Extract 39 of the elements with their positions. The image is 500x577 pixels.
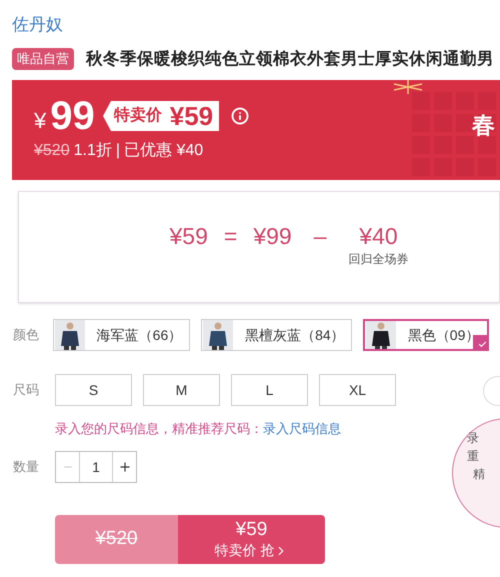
info-icon[interactable]: [231, 107, 250, 125]
original-price: ¥520: [34, 141, 70, 161]
size-option[interactable]: XL: [319, 374, 396, 406]
plus-icon: [118, 460, 132, 474]
size-entry-link[interactable]: 录入尺码信息: [263, 421, 341, 436]
bubble-text: 录: [467, 430, 480, 447]
saved-amount: 已优惠 ¥40: [124, 140, 204, 161]
bubble-text: 精: [472, 466, 486, 483]
brand-link[interactable]: 佐丹奴: [12, 15, 63, 34]
price: 99: [50, 94, 95, 138]
bubble-text: 重: [467, 448, 480, 465]
discount: 1.1折: [74, 141, 112, 161]
color-option[interactable]: 黑檀灰蓝（84）: [201, 319, 352, 351]
quantity-label: 数量: [12, 458, 40, 476]
color-option[interactable]: 黑色（09）: [362, 319, 490, 351]
formula-result: ¥59: [170, 222, 208, 250]
buy-original-price: ¥520: [95, 526, 138, 551]
color-option[interactable]: 海军蓝（66）: [52, 319, 190, 351]
size-hint: 录入您的尺码信息，精准推荐尺码：: [55, 421, 263, 436]
self-operated-tag: 唯品自营: [12, 48, 74, 70]
color-label: 颜色: [12, 326, 40, 344]
minus-sign: –: [314, 222, 326, 250]
size-label: 尺码: [12, 381, 40, 400]
size-option[interactable]: M: [143, 374, 220, 406]
quantity-value: 1: [91, 458, 101, 476]
size-bubble[interactable]: 录 重 精: [452, 418, 500, 528]
size-option[interactable]: L: [231, 374, 308, 406]
tag-notch-icon: [102, 101, 111, 131]
buy-button[interactable]: ¥59 特卖价 抢: [178, 514, 325, 564]
product-title: 秋冬季保暖梭织纯色立领棉衣外套男士厚实休闲通勤男: [86, 48, 494, 70]
separator: |: [116, 141, 120, 161]
currency: ¥: [34, 106, 46, 134]
formula-base: ¥99: [253, 222, 292, 250]
formula-coupon: ¥40: [359, 222, 398, 250]
equals-sign: =: [224, 222, 238, 250]
coupon-label: 回归全场券: [348, 251, 408, 267]
size-option[interactable]: S: [55, 374, 132, 406]
check-icon: [473, 335, 487, 349]
promo-text: 春: [472, 111, 495, 140]
